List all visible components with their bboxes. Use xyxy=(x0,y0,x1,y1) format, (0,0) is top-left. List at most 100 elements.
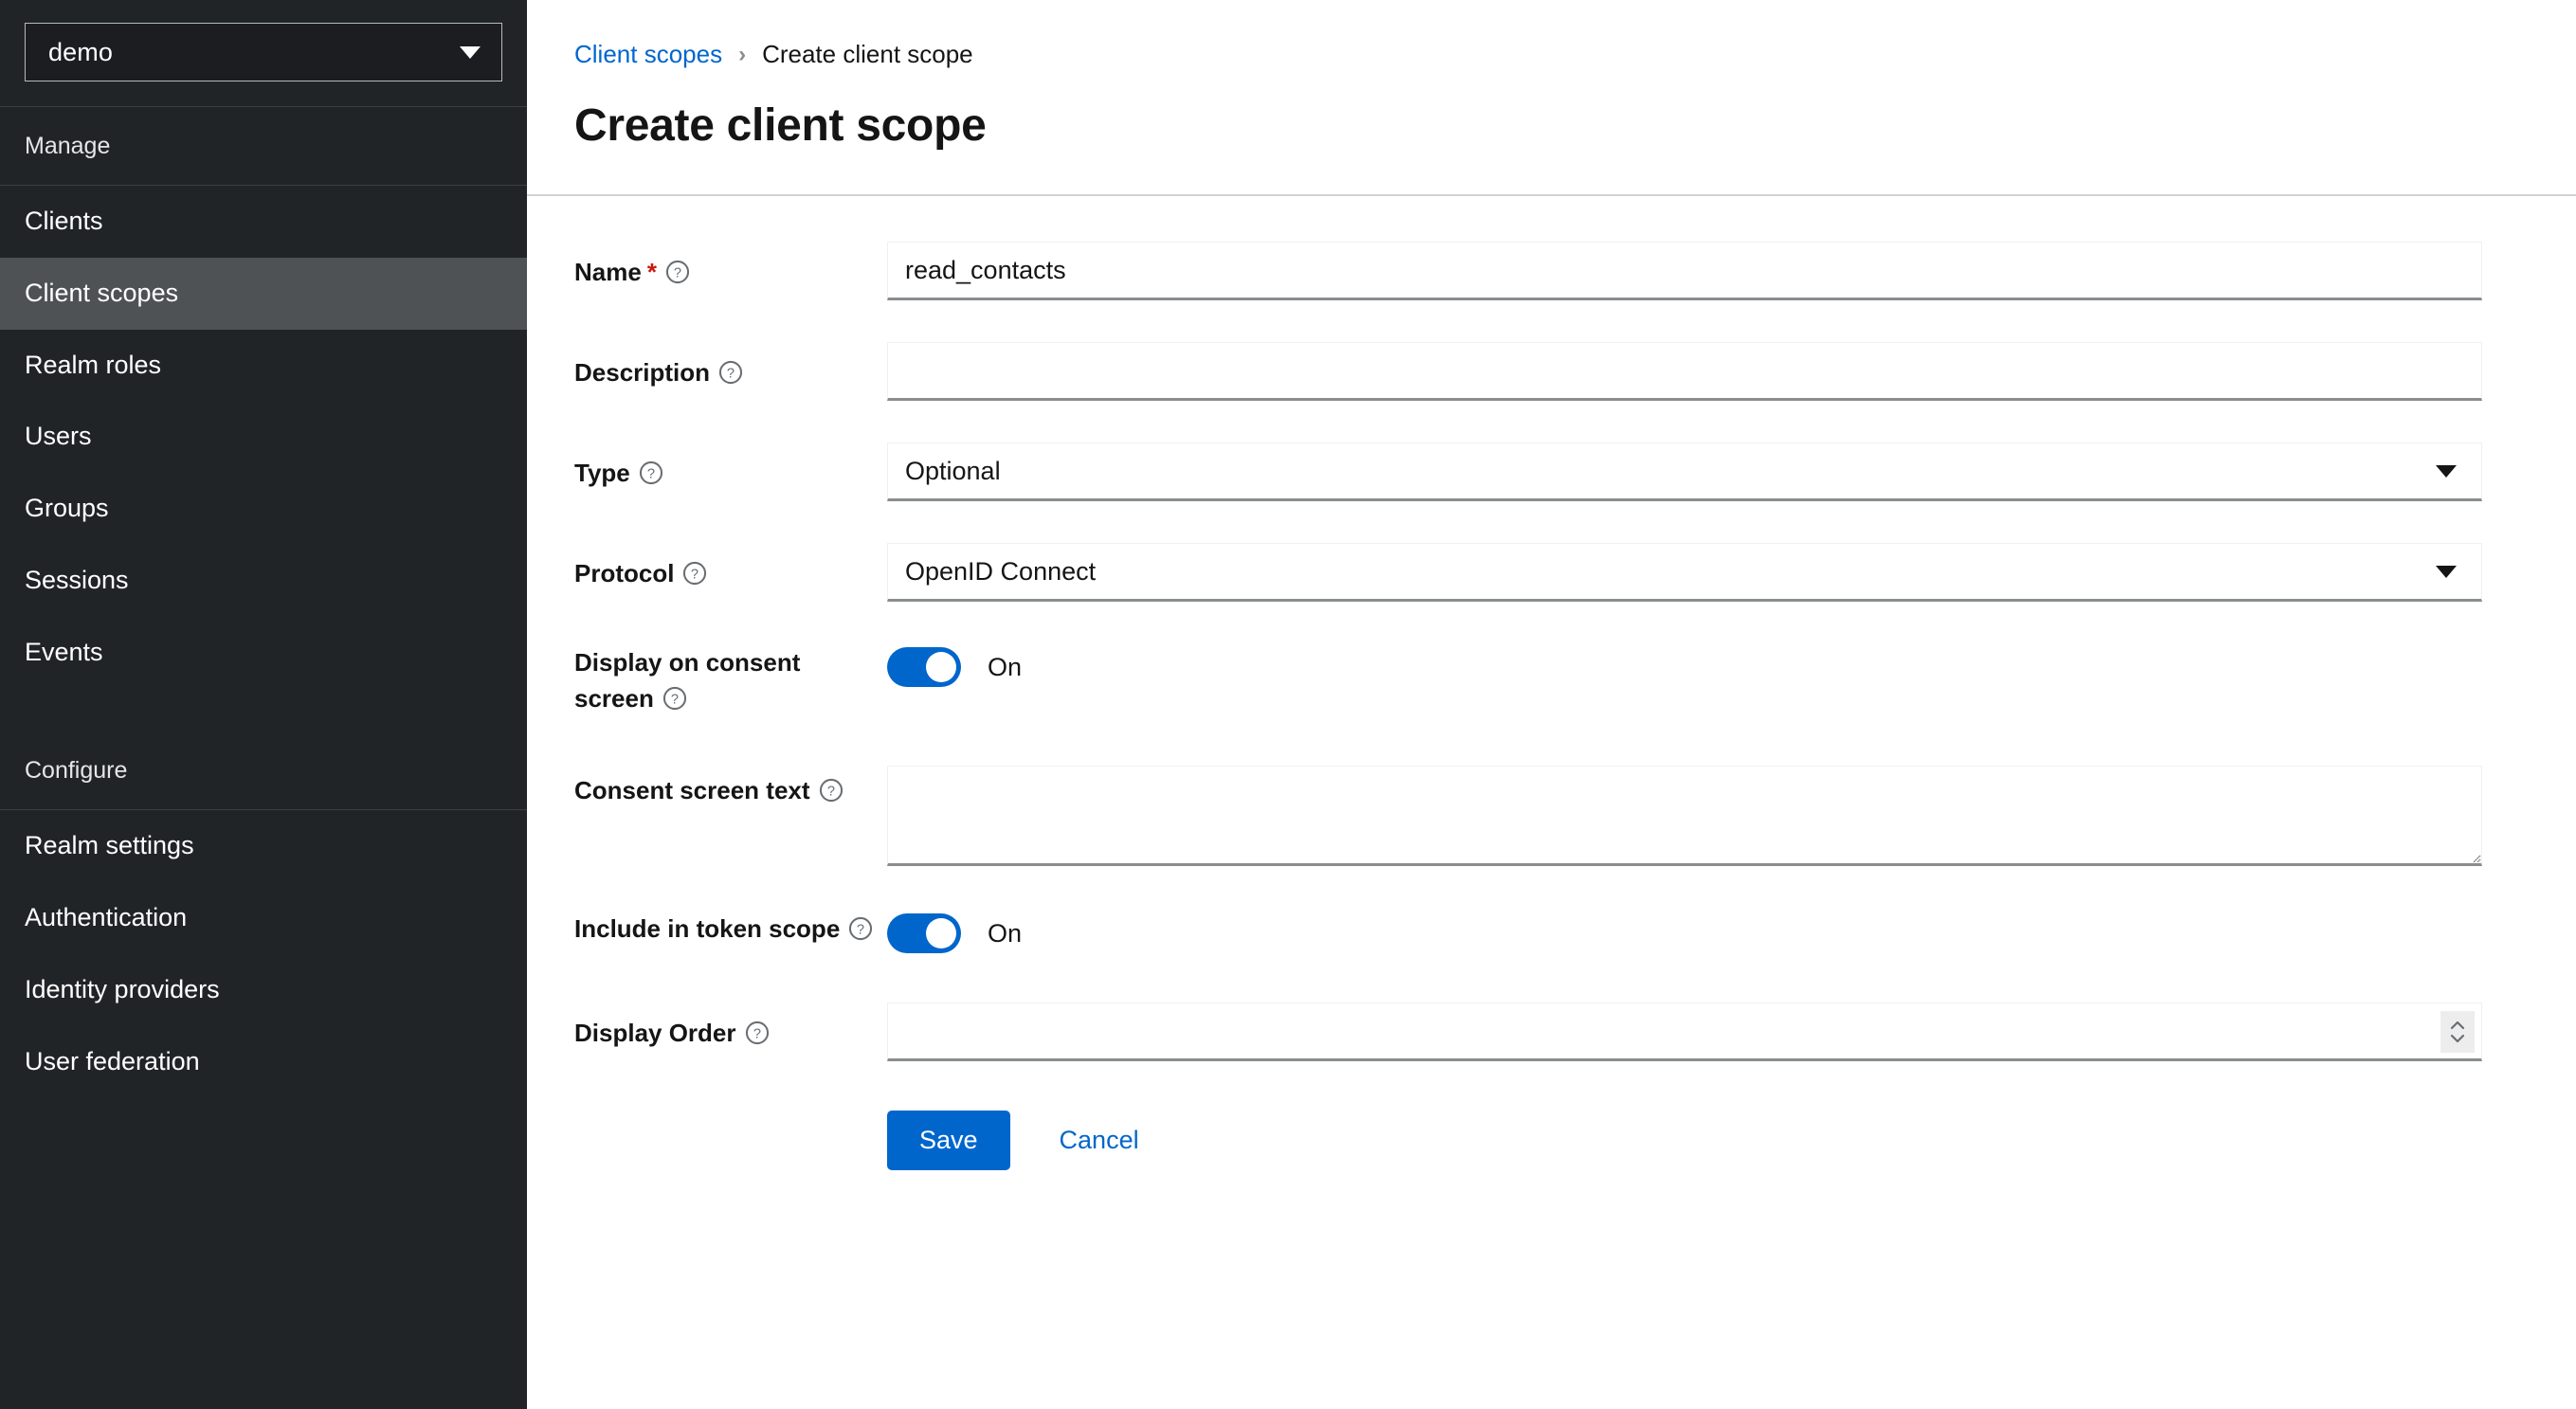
form-field-col-description xyxy=(887,342,2482,401)
sidebar-section-gap xyxy=(0,688,527,732)
form-label-col-name: Name * ? xyxy=(574,242,887,291)
realm-selector-wrapper: demo xyxy=(0,0,527,106)
label-display-on-consent-screen: Display on consent screen xyxy=(574,648,801,713)
include-in-token-scope-state: On xyxy=(988,918,1023,948)
form-label-col-protocol: Protocol ? xyxy=(574,543,887,592)
form-label-col-type: Type ? xyxy=(574,443,887,492)
description-input[interactable] xyxy=(887,342,2482,401)
question-circle-icon[interactable]: ? xyxy=(665,260,690,284)
form-row-description: Description ? xyxy=(527,342,2576,401)
svg-text:?: ? xyxy=(647,466,655,481)
form-row-type: Type ? Optional xyxy=(527,443,2576,501)
sidebar-item-user-federation[interactable]: User federation xyxy=(0,1026,527,1098)
display-order-input[interactable] xyxy=(887,1003,2482,1062)
required-indicator: * xyxy=(646,258,657,286)
question-circle-icon[interactable]: ? xyxy=(819,778,844,803)
label-consent-screen-text: Consent screen text xyxy=(574,776,810,805)
form-label-col-display-on-consent-screen: Display on consent screen ? xyxy=(574,640,887,716)
display-on-consent-screen-toggle[interactable] xyxy=(887,647,961,687)
cancel-button[interactable]: Cancel xyxy=(1031,1111,1168,1170)
name-input[interactable] xyxy=(887,242,2482,300)
display-order-number-wrap xyxy=(887,1003,2482,1062)
sidebar-item-groups[interactable]: Groups xyxy=(0,473,527,545)
form-field-col-display-order xyxy=(887,1003,2482,1062)
sidebar-item-sessions[interactable]: Sessions xyxy=(0,545,527,617)
protocol-select-value: OpenID Connect xyxy=(905,556,1097,586)
app-root: demo Manage Clients Client scopes Realm … xyxy=(0,0,2576,1409)
form-row-name: Name * ? xyxy=(527,242,2576,300)
svg-text:?: ? xyxy=(674,265,681,280)
sidebar-item-clients[interactable]: Clients xyxy=(0,186,527,258)
form-field-col-display-on-consent-screen: On xyxy=(887,640,2482,687)
consent-screen-text-textarea[interactable] xyxy=(887,766,2482,867)
question-circle-icon[interactable]: ? xyxy=(682,561,707,586)
form-field-col-consent-screen-text xyxy=(887,766,2482,867)
form-row-display-order: Display Order ? xyxy=(527,1003,2576,1062)
svg-text:?: ? xyxy=(727,366,735,381)
include-in-token-scope-toggle-row: On xyxy=(887,906,2482,954)
form-label-col-consent-screen-text: Consent screen text ? xyxy=(574,766,887,809)
question-circle-icon[interactable]: ? xyxy=(639,461,663,485)
label-include-in-token-scope: Include in token scope xyxy=(574,914,841,944)
sidebar-item-identity-providers[interactable]: Identity providers xyxy=(0,954,527,1026)
svg-text:?: ? xyxy=(753,1027,760,1042)
page-title: Create client scope xyxy=(574,100,987,151)
page-header: Client scopes › Create client scope Crea… xyxy=(527,0,2576,152)
form-field-col-protocol: OpenID Connect xyxy=(887,543,2482,602)
svg-text:?: ? xyxy=(857,923,864,938)
form-field-col-name xyxy=(887,242,2482,300)
label-description: Description xyxy=(574,358,711,387)
save-button[interactable]: Save xyxy=(887,1111,1010,1171)
sidebar-item-authentication[interactable]: Authentication xyxy=(0,882,527,954)
form-row-consent-screen-text: Consent screen text ? xyxy=(527,766,2576,867)
stepper-up-down-icon[interactable] xyxy=(2440,1011,2475,1054)
svg-text:?: ? xyxy=(826,785,834,800)
question-circle-icon[interactable]: ? xyxy=(718,360,743,385)
toggle-knob xyxy=(926,652,956,682)
realm-selector-value: demo xyxy=(48,37,113,66)
form-row-display-on-consent-screen: Display on consent screen ? On xyxy=(527,640,2576,716)
breadcrumb-current: Create client scope xyxy=(762,40,973,68)
sidebar-item-users[interactable]: Users xyxy=(0,401,527,473)
label-type: Type xyxy=(574,459,630,487)
form-actions: Save Cancel xyxy=(527,1111,2576,1171)
svg-text:?: ? xyxy=(671,692,679,707)
sidebar: demo Manage Clients Client scopes Realm … xyxy=(0,0,527,1409)
display-on-consent-screen-state: On xyxy=(988,652,1023,681)
include-in-token-scope-toggle[interactable] xyxy=(887,913,961,954)
svg-text:?: ? xyxy=(691,567,698,582)
question-circle-icon[interactable]: ? xyxy=(848,916,873,941)
sidebar-item-realm-settings[interactable]: Realm settings xyxy=(0,810,527,882)
question-circle-icon[interactable]: ? xyxy=(662,686,687,711)
sidebar-section-configure-title: Configure xyxy=(25,757,128,785)
main-content: Client scopes › Create client scope Crea… xyxy=(527,0,2576,1409)
chevron-down-icon xyxy=(460,45,481,59)
type-select[interactable]: Optional xyxy=(887,443,2482,501)
form-label-col-include-in-token-scope: Include in token scope ? xyxy=(574,906,887,948)
sidebar-item-realm-roles[interactable]: Realm roles xyxy=(0,330,527,402)
form-field-col-type: Optional xyxy=(887,443,2482,501)
label-display-order: Display Order xyxy=(574,1019,736,1048)
label-name: Name xyxy=(574,258,642,286)
form-row-protocol: Protocol ? OpenID Connect xyxy=(527,543,2576,602)
form-label-col-display-order: Display Order ? xyxy=(574,1003,887,1052)
sidebar-item-events[interactable]: Events xyxy=(0,617,527,689)
question-circle-icon[interactable]: ? xyxy=(745,1021,770,1045)
breadcrumb: Client scopes › Create client scope xyxy=(574,40,2576,69)
type-select-value: Optional xyxy=(905,456,1001,485)
form-field-col-include-in-token-scope: On xyxy=(887,906,2482,954)
caret-down-icon xyxy=(2436,464,2457,478)
breadcrumb-separator-icon: › xyxy=(738,41,747,67)
caret-down-icon xyxy=(2436,565,2457,578)
form-label-col-description: Description ? xyxy=(574,342,887,391)
create-client-scope-form: Name* ? Description ? xyxy=(527,196,2576,1171)
toggle-knob xyxy=(926,918,956,949)
display-on-consent-screen-toggle-row: On xyxy=(887,640,2482,687)
breadcrumb-link-client-scopes[interactable]: Client scopes xyxy=(574,40,722,69)
sidebar-item-client-scopes[interactable]: Client scopes xyxy=(0,257,527,330)
label-protocol: Protocol xyxy=(574,559,675,587)
sidebar-section-manage-title: Manage xyxy=(25,133,111,159)
form-row-include-in-token-scope: Include in token scope ? On xyxy=(527,906,2576,954)
realm-selector[interactable]: demo xyxy=(25,23,502,81)
protocol-select[interactable]: OpenID Connect xyxy=(887,543,2482,602)
